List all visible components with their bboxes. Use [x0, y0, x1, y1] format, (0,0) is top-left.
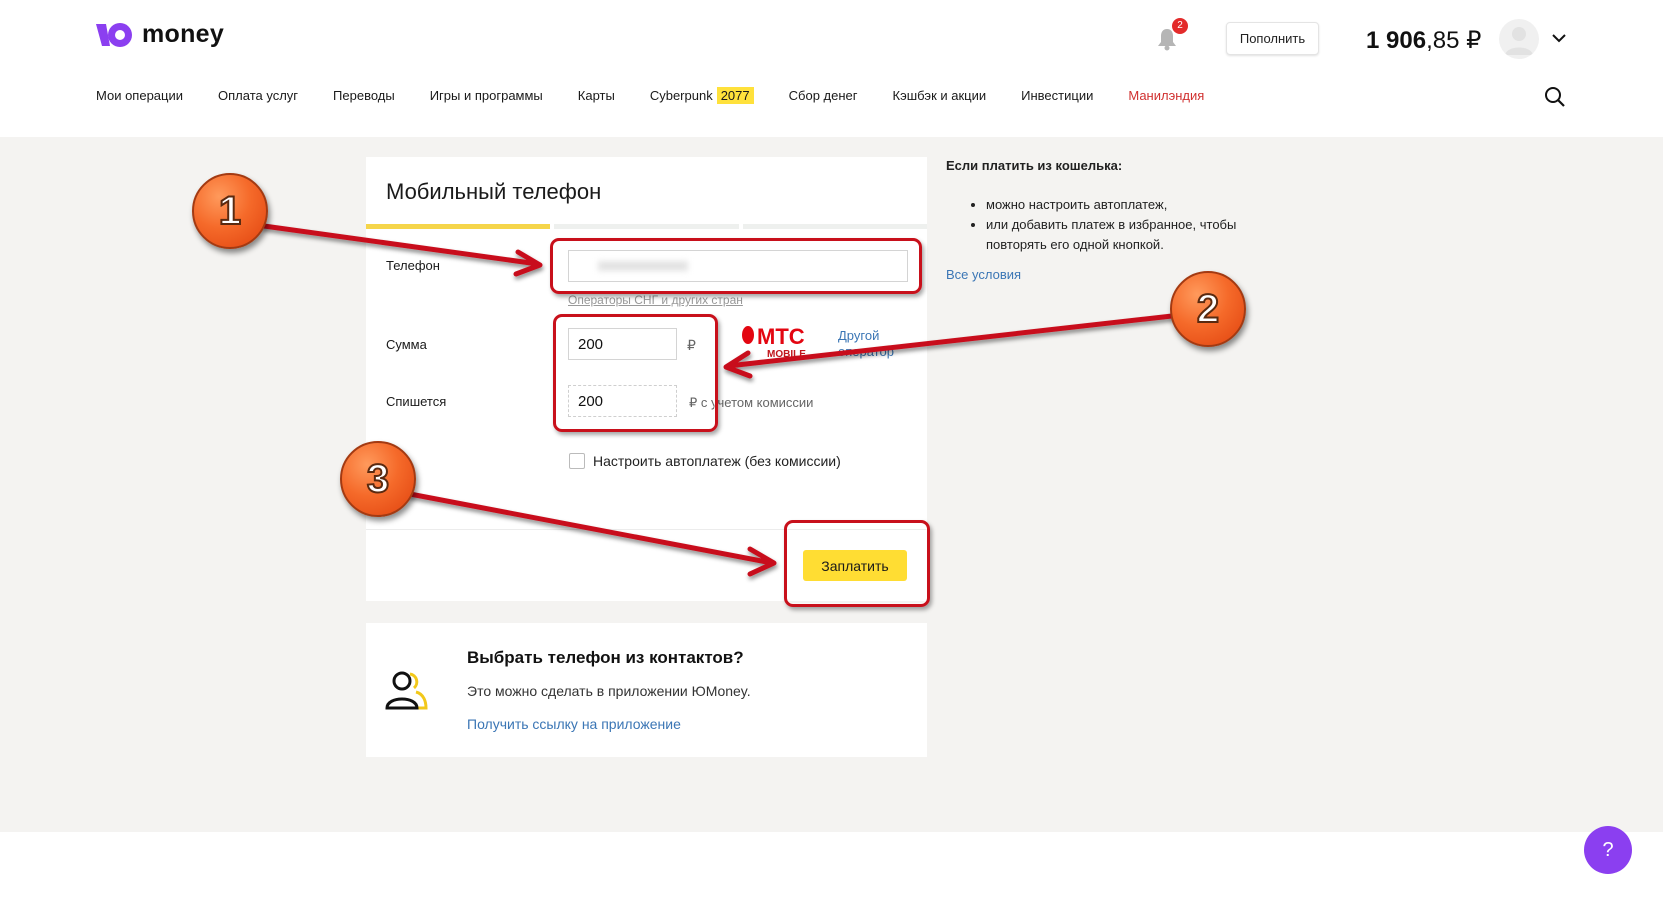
logo[interactable]: money	[96, 20, 224, 49]
wallet-info: Если платить из кошелька: можно настроит…	[946, 158, 1266, 282]
charged-label: Спишется	[386, 394, 447, 409]
help-button[interactable]: ?	[1584, 826, 1632, 874]
search-icon[interactable]	[1544, 86, 1566, 108]
annotation-step-3: 3	[340, 441, 416, 517]
autopay-checkbox[interactable]	[569, 453, 585, 469]
nav-manilandia[interactable]: Манилэндия	[1128, 87, 1204, 104]
footer	[0, 832, 1663, 904]
topup-button[interactable]: Пополнить	[1226, 22, 1319, 55]
operator-logo: МТС MOBILE	[741, 324, 819, 364]
annotation-highlight-pay	[784, 520, 930, 607]
amount-label: Сумма	[386, 337, 427, 352]
annotation-step-1: 1	[192, 173, 268, 249]
autopay-label[interactable]: Настроить автоплатеж (без комиссии)	[593, 453, 841, 469]
get-app-link[interactable]: Получить ссылку на приложение	[467, 716, 681, 732]
operators-link[interactable]: Операторы СНГ и других стран	[568, 293, 743, 307]
annotation-highlight-phone	[550, 238, 922, 294]
wallet-info-item: или добавить платеж в избранное, чтобы п…	[986, 215, 1266, 255]
contacts-text: Это можно сделать в приложении ЮMoney.	[467, 683, 751, 699]
contacts-title: Выбрать телефон из контактов?	[467, 648, 744, 667]
form-title: Мобильный телефон	[386, 179, 602, 204]
chevron-down-icon[interactable]	[1551, 31, 1567, 45]
nav-cards[interactable]: Карты	[578, 87, 615, 104]
wallet-info-title: Если платить из кошелька:	[946, 158, 1123, 173]
nav-cashback[interactable]: Кэшбэк и акции	[893, 87, 987, 104]
nav-cyberpunk-label: Cyberpunk	[649, 88, 713, 103]
wallet-info-item: можно настроить автоплатеж,	[986, 195, 1266, 215]
nav-pay-services[interactable]: Оплата услуг	[218, 87, 298, 104]
balance-fraction: ,85 ₽	[1426, 27, 1482, 54]
other-operator-link[interactable]: Другой оператор	[838, 328, 908, 360]
phone-label: Телефон	[386, 258, 440, 273]
header: money 2 Пополнить 1 906,85 ₽ Мои операци…	[0, 0, 1663, 137]
step-3	[742, 224, 927, 229]
notification-badge: 2	[1172, 18, 1188, 34]
operator-logo-sub: MOBILE	[767, 349, 806, 359]
avatar[interactable]	[1499, 19, 1539, 59]
contacts-card: Выбрать телефон из контактов? Это можно …	[366, 623, 927, 757]
nav-cyberpunk-badge: 2077	[716, 87, 754, 104]
main-nav: Мои операции Оплата услуг Переводы Игры …	[96, 87, 1239, 104]
nav-fundraising[interactable]: Сбор денег	[789, 87, 858, 104]
nav-investments[interactable]: Инвестиции	[1021, 87, 1093, 104]
balance-integer: 1 906	[1366, 27, 1427, 54]
annotation-highlight-amount	[553, 314, 718, 432]
step-1	[366, 224, 551, 229]
annotation-step-2: 2	[1170, 271, 1246, 347]
avatar-icon	[1505, 27, 1533, 55]
nav-transfers[interactable]: Переводы	[333, 87, 395, 104]
balance: 1 906,85 ₽	[1366, 26, 1481, 55]
nav-games[interactable]: Игры и программы	[430, 87, 543, 104]
nav-my-operations[interactable]: Мои операции	[96, 87, 183, 104]
progress-steps	[366, 224, 927, 229]
wallet-info-list: можно настроить автоплатеж, или добавить…	[986, 195, 1266, 255]
logo-text: money	[142, 20, 225, 48]
mts-logo-icon: МТС MOBILE	[742, 324, 806, 360]
operator-logo-text: МТС	[757, 325, 805, 349]
yoomoney-logo-icon	[96, 22, 132, 47]
nav-cyberpunk[interactable]: Cyberpunk 2077	[650, 87, 754, 104]
contacts-icon	[385, 671, 428, 710]
step-2	[554, 224, 739, 229]
